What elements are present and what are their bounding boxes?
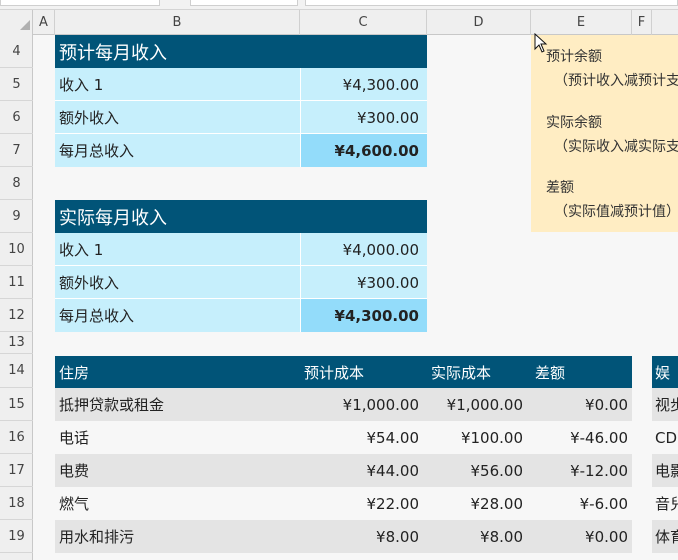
note-title: 差额 [546,180,574,196]
housing-difference[interactable]: ¥-12.00 [531,454,632,487]
row-header[interactable]: 15 [0,388,33,421]
row-header[interactable]: 10 [0,233,33,266]
housing-header-difference[interactable]: 差额 [531,356,632,388]
housing-actual-cost[interactable]: ¥8.00 [427,520,531,553]
row-header[interactable]: 14 [0,354,33,388]
housing-projected-cost[interactable]: ¥54.00 [300,421,427,454]
row-header[interactable]: 9 [0,200,33,233]
cell-divider [55,265,427,266]
select-all-triangle-icon [20,20,30,30]
housing-difference[interactable]: ¥0.00 [531,388,632,421]
housing-actual-cost[interactable]: ¥1,000.00 [427,388,531,421]
column-header-d[interactable]: D [427,10,531,35]
actual-total-value[interactable]: ¥4,300.00 [300,299,427,332]
actual-income-value[interactable]: ¥4,000.00 [300,233,427,266]
actual-total-label[interactable]: 每月总收入 [55,299,300,332]
actual-extra-value[interactable]: ¥300.00 [300,266,427,299]
cell-divider [55,133,427,134]
row-header[interactable]: 11 [0,266,33,299]
housing-projected-cost[interactable]: ¥22.00 [300,487,427,520]
row-header[interactable]: 4 [0,35,33,68]
projected-income-value[interactable]: ¥4,300.00 [300,68,427,101]
housing-header-projected[interactable]: 预计成本 [300,356,427,388]
housing-item-label[interactable]: 电费 [55,454,300,487]
row-header[interactable]: 18 [0,487,33,520]
projected-extra-label[interactable]: 额外收入 [55,101,300,134]
column-header-e[interactable]: E [531,10,632,35]
housing-item-label[interactable]: 电话 [55,421,300,454]
cell-divider [300,68,301,167]
row-header[interactable]: 16 [0,421,33,454]
row-header[interactable]: 12 [0,299,33,332]
note-detail: （实际值减预计值） [554,204,678,220]
housing-item-label[interactable]: 用水和排污 [55,520,300,553]
formula-input[interactable] [305,0,678,6]
projected-total-value[interactable]: ¥4,600.00 [300,134,427,167]
actual-extra-label[interactable]: 额外收入 [55,266,300,299]
row-header[interactable]: 6 [0,101,33,134]
housing-actual-cost[interactable]: ¥56.00 [427,454,531,487]
column-header-a[interactable]: A [33,10,55,35]
housing-actual-cost[interactable]: ¥100.00 [427,421,531,454]
entertainment-item[interactable]: 视步 [652,388,678,421]
housing-header-category[interactable]: 住房 [55,356,300,388]
column-header-b[interactable]: B [55,10,300,35]
name-box[interactable] [0,0,160,6]
housing-projected-cost[interactable]: ¥44.00 [300,454,427,487]
cell-divider [55,298,427,299]
note-detail: （预计收入减预计支 [554,73,678,89]
actual-income-label[interactable]: 收入 1 [55,233,300,266]
housing-difference[interactable]: ¥-46.00 [531,421,632,454]
housing-difference[interactable]: ¥-6.00 [531,487,632,520]
actual-income-title[interactable]: 实际每月收入 [55,200,427,233]
column-header-f[interactable]: F [632,10,652,35]
row-header[interactable]: 8 [0,167,33,200]
entertainment-item[interactable]: 电影 [652,454,678,487]
housing-actual-cost[interactable]: ¥28.00 [427,487,531,520]
housing-header-actual[interactable]: 实际成本 [427,356,531,388]
row-header[interactable]: 13 [0,332,33,354]
note-title: 预计余额 [546,49,602,65]
housing-difference[interactable]: ¥0.00 [531,520,632,553]
projected-income-label[interactable]: 收入 1 [55,68,300,101]
projected-extra-value[interactable]: ¥300.00 [300,101,427,134]
mouse-cursor-icon [534,33,548,53]
housing-projected-cost[interactable]: ¥8.00 [300,520,427,553]
entertainment-item[interactable]: 音兒 [652,487,678,520]
formula-controls[interactable] [190,0,298,6]
entertainment-item[interactable]: CD [652,421,678,454]
housing-item-label[interactable]: 燃气 [55,487,300,520]
housing-projected-cost[interactable]: ¥1,000.00 [300,388,427,421]
cell-divider [55,100,427,101]
row-header[interactable]: 7 [0,134,33,167]
note-title: 实际余额 [546,115,602,131]
cell-divider [300,233,301,332]
row-header[interactable]: 17 [0,454,33,487]
entertainment-header[interactable]: 娱 [652,356,678,388]
projected-total-label[interactable]: 每月总收入 [55,134,300,167]
column-header-c[interactable]: C [300,10,427,35]
row-header[interactable]: 19 [0,520,33,553]
housing-item-label[interactable]: 抵押贷款或租金 [55,388,300,421]
entertainment-item[interactable]: 体育 [652,520,678,553]
row-header[interactable]: 5 [0,68,33,101]
projected-income-title[interactable]: 预计每月收入 [55,35,427,68]
note-detail: （实际收入减实际支 [554,139,678,155]
